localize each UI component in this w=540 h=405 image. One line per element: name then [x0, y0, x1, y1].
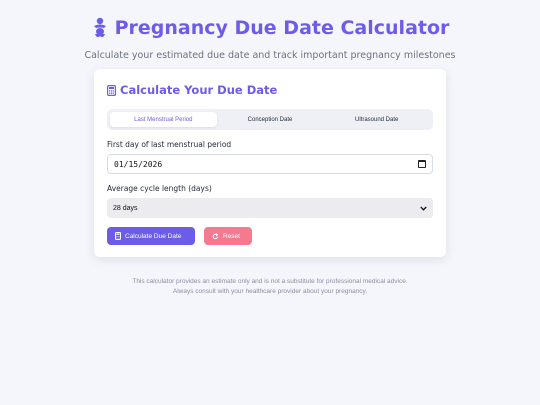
card-title-row: Calculate Your Due Date — [107, 83, 433, 97]
tab-conception-date[interactable]: Conception Date — [217, 112, 324, 127]
calculator-icon — [115, 232, 121, 240]
page-header: Pregnancy Due Date Calculator Calculate … — [0, 0, 540, 61]
cycle-length-value: 28 days — [113, 204, 138, 212]
tab-last-menstrual-period[interactable]: Last Menstrual Period — [110, 112, 217, 127]
reset-button-label: Reset — [223, 232, 240, 240]
baby-icon — [93, 17, 106, 38]
lmp-label: First day of last menstrual period — [107, 140, 232, 149]
disclaimer-line-2: Always consult with your healthcare prov… — [172, 288, 368, 295]
redo-icon — [212, 232, 219, 239]
cycle-length-select[interactable]: 28 days — [107, 198, 433, 218]
page-title-row: Pregnancy Due Date Calculator — [0, 14, 540, 42]
disclaimer: This calculator provides an estimate onl… — [0, 277, 540, 297]
cycle-length-label: Average cycle length (days) — [107, 184, 212, 193]
reset-button[interactable]: Reset — [204, 227, 252, 245]
calculate-button-label: Calculate Due Date — [125, 232, 182, 240]
page-subtitle: Calculate your estimated due date and tr… — [84, 50, 456, 61]
tab-ultrasound-date[interactable]: Ultrasound Date — [323, 112, 430, 127]
page-title: Pregnancy Due Date Calculator — [114, 17, 450, 39]
calendar-icon[interactable] — [418, 160, 426, 168]
calculate-due-date-button[interactable]: Calculate Due Date — [107, 227, 195, 245]
calculator-icon — [107, 84, 116, 96]
method-tabs: Last Menstrual Period Conception Date Ul… — [107, 109, 433, 130]
disclaimer-line-1: This calculator provides an estimate onl… — [132, 278, 408, 285]
action-buttons: Calculate Due Date Reset — [107, 227, 433, 245]
chevron-down-icon — [420, 206, 427, 211]
calculator-card: Calculate Your Due Date Last Menstrual P… — [94, 69, 446, 257]
lmp-date-input[interactable]: 01/15/2026 — [107, 154, 433, 174]
lmp-date-value: 01/15/2026 — [114, 159, 163, 169]
card-title: Calculate Your Due Date — [120, 83, 278, 97]
